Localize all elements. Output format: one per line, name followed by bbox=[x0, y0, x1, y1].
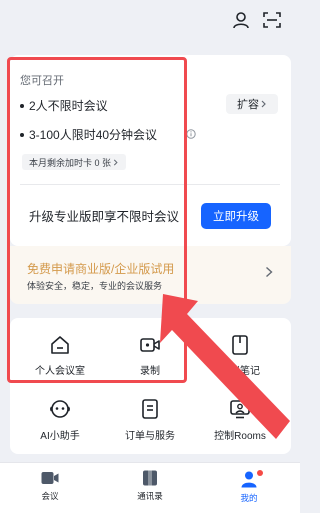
grid-label-control-rooms[interactable]: 控制Rooms bbox=[214, 427, 266, 442]
order-icon[interactable] bbox=[139, 398, 161, 420]
grid-label-personal-room[interactable]: 个人会议室 bbox=[35, 362, 85, 377]
chevron-right-icon bbox=[266, 266, 273, 278]
meeting-camera-icon bbox=[41, 472, 59, 484]
tab-meeting[interactable]: 会议 bbox=[20, 470, 80, 510]
ai-assistant-icon[interactable] bbox=[49, 398, 71, 420]
quota-line-2-person: 2人不限时会议 bbox=[29, 99, 108, 113]
profile-icon bbox=[241, 471, 257, 488]
tab-profile[interactable]: 我的 bbox=[219, 470, 279, 510]
grid-label-ai-assistant[interactable]: AI小助手 bbox=[40, 427, 79, 442]
remaining-extension-cards[interactable]: 本月剩余加时卡 0 张 bbox=[22, 154, 127, 170]
scan-icon[interactable] bbox=[262, 10, 282, 30]
bullet-dot bbox=[20, 104, 24, 108]
upgrade-prompt: 升级专业版即享不限时会议 bbox=[29, 210, 180, 224]
tab-profile-label: 我的 bbox=[240, 493, 258, 503]
tab-meeting-label: 会议 bbox=[41, 491, 59, 501]
promo-subtitle: 体验安全，稳定，专业的会议服务 bbox=[27, 281, 163, 291]
notification-dot bbox=[257, 470, 263, 476]
promo-title: 免费申请商业版/企业版试用 bbox=[27, 262, 175, 276]
home-icon[interactable] bbox=[49, 334, 71, 356]
bottom-tab-bar: 会议 通讯录 我的 bbox=[0, 462, 300, 513]
info-icon[interactable] bbox=[186, 129, 196, 139]
notes-icon[interactable] bbox=[229, 334, 251, 356]
expand-button-label: 扩容 bbox=[237, 99, 259, 111]
rooms-icon[interactable] bbox=[229, 398, 251, 420]
contacts-icon bbox=[143, 470, 157, 486]
upgrade-now-button[interactable]: 立即升级 bbox=[201, 203, 271, 229]
bullet-dot bbox=[20, 133, 24, 137]
top-bar bbox=[0, 0, 300, 40]
expand-button[interactable]: 扩容 bbox=[226, 94, 278, 114]
quota-section-title: 您可召开 bbox=[20, 75, 64, 87]
grid-label-meeting-notes[interactable]: 会议笔记 bbox=[220, 362, 260, 377]
grid-label-orders[interactable]: 订单与服务 bbox=[125, 427, 175, 442]
user-icon[interactable] bbox=[231, 10, 251, 30]
quota-line-100-person: 3-100人限时40分钟会议 bbox=[29, 128, 158, 142]
chevron-right-icon bbox=[261, 100, 266, 108]
chevron-right-icon bbox=[113, 159, 118, 165]
video-record-icon[interactable] bbox=[139, 334, 161, 356]
tab-contacts-label: 通讯录 bbox=[137, 491, 163, 501]
remaining-extension-label: 本月剩余加时卡 0 张 bbox=[29, 157, 112, 168]
divider bbox=[20, 184, 280, 185]
grid-label-recording[interactable]: 录制 bbox=[140, 362, 160, 377]
tab-contacts[interactable]: 通讯录 bbox=[120, 470, 180, 510]
